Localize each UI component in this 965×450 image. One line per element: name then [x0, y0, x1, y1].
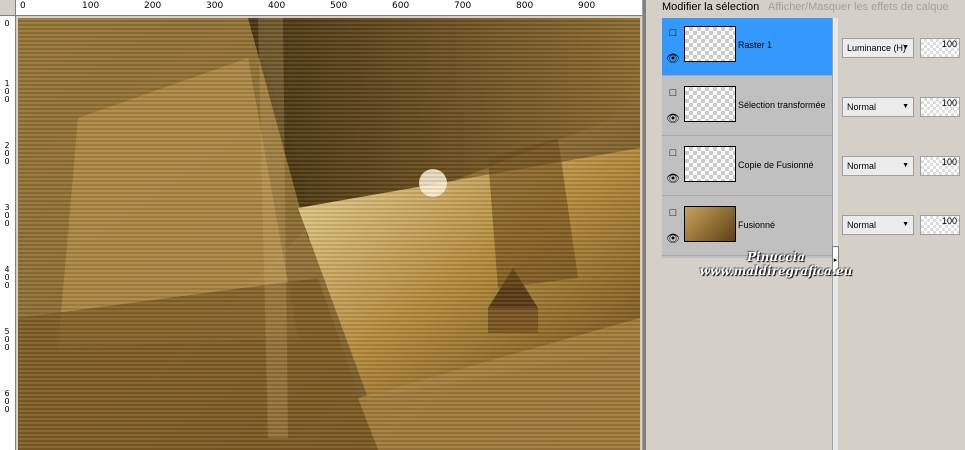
ruler-tick: 400: [268, 1, 286, 11]
layer-row-fusionne[interactable]: □ 👁 Fusionné: [662, 198, 832, 256]
canvas-artwork: [18, 18, 640, 450]
opacity-field[interactable]: 100: [920, 38, 960, 58]
layer-name: Copie de Fusionné: [738, 160, 814, 170]
ruler-tick: 2 0 0: [4, 141, 10, 166]
blend-mode-value: Normal: [847, 220, 877, 230]
layer-name: Sélection transformée: [738, 100, 826, 110]
dropdown-arrow-icon: ▼: [902, 221, 909, 228]
toggle-layer-effects-link[interactable]: Afficher/Masquer les effets de calque: [768, 0, 949, 14]
vertical-ruler[interactable]: 0 1 0 0 2 0 0 3 0 0 4 0 0 5 0 0 6 0 0: [0, 16, 16, 450]
layer-list: □ 👁 Raster 1 □ 👁 Sélection transformée □…: [662, 18, 834, 258]
layers-scrollbar[interactable]: ▸: [832, 18, 839, 450]
blend-mode-value: Normal: [847, 102, 877, 112]
layer-thumbnail: [684, 206, 736, 242]
ruler-tick: 800: [516, 1, 534, 11]
ruler-tick: 1 0 0: [4, 79, 10, 104]
opacity-field[interactable]: 100: [920, 156, 960, 176]
psp-workspace: 0 100 200 300 400 500 600 700 800 900 0 …: [0, 0, 965, 450]
blend-mode-select[interactable]: Normal ▼: [842, 156, 914, 176]
dropdown-arrow-icon: ▼: [902, 162, 909, 169]
visibility-eye-icon[interactable]: 👁: [666, 52, 680, 66]
blend-mode-select[interactable]: Luminance (H) ▼: [842, 38, 914, 58]
ruler-tick: 600: [392, 1, 410, 11]
dropdown-arrow-icon: ▼: [902, 44, 909, 51]
layer-row-copie-de-fusionne[interactable]: □ 👁 Copie de Fusionné: [662, 138, 832, 196]
opacity-field[interactable]: 100: [920, 97, 960, 117]
ruler-tick: 700: [454, 1, 472, 11]
ruler-tick: 6 0 0: [4, 389, 10, 414]
watermark-url: www.maldiregrafica.eu: [699, 264, 853, 278]
ruler-tick: 3 0 0: [4, 203, 10, 228]
ruler-tick: 0: [20, 1, 26, 11]
layers-panel-header: Modifier la sélection Afficher/Masquer l…: [646, 0, 965, 16]
layer-name: Fusionné: [738, 220, 776, 230]
blend-mode-select[interactable]: Normal ▼: [842, 215, 914, 235]
layer-type-icon: □: [669, 207, 677, 219]
layer-type-icon: □: [669, 87, 677, 99]
layer-thumbnail: [684, 26, 736, 62]
layer-thumbnail: [684, 146, 736, 182]
visibility-eye-icon[interactable]: 👁: [666, 172, 680, 186]
ruler-tick: 100: [82, 1, 100, 11]
ruler-tick: 0: [4, 19, 10, 28]
layer-type-icon: □: [669, 147, 677, 159]
ruler-tick: 300: [206, 1, 224, 11]
layer-row-raster-1[interactable]: □ 👁 Raster 1: [662, 18, 832, 76]
blend-mode-value: Luminance (H): [847, 43, 907, 53]
ruler-tick: 900: [578, 1, 596, 11]
ruler-tick: 4 0 0: [4, 265, 10, 290]
ruler-tick: 500: [330, 1, 348, 11]
ruler-tick: 5 0 0: [4, 327, 10, 352]
dropdown-arrow-icon: ▼: [902, 103, 909, 110]
edit-selection-label[interactable]: Modifier la sélection: [662, 0, 759, 14]
ruler-corner: [0, 0, 16, 16]
visibility-eye-icon[interactable]: 👁: [666, 232, 680, 246]
opacity-field[interactable]: 100: [920, 215, 960, 235]
layers-panel: Modifier la sélection Afficher/Masquer l…: [646, 0, 965, 450]
layer-thumbnail: [684, 86, 736, 122]
horizontal-ruler[interactable]: 0 100 200 300 400 500 600 700 800 900: [16, 0, 642, 16]
ruler-tick: 200: [144, 1, 162, 11]
blend-column: Luminance (H) ▼ 100 Normal ▼ 100 Normal ▼ 1…: [842, 18, 965, 258]
watermark-author: Pinuccia: [747, 250, 805, 264]
watermark: Pinuccia www.maldiregrafica.eu: [646, 250, 906, 290]
layer-type-icon: □: [669, 27, 677, 39]
image-canvas[interactable]: [18, 18, 640, 450]
visibility-eye-icon[interactable]: 👁: [666, 112, 680, 126]
blend-mode-select[interactable]: Normal ▼: [842, 97, 914, 117]
layer-name: Raster 1: [738, 40, 773, 50]
blend-mode-value: Normal: [847, 161, 877, 171]
layer-row-selection-transformee[interactable]: □ 👁 Sélection transformée: [662, 78, 832, 136]
